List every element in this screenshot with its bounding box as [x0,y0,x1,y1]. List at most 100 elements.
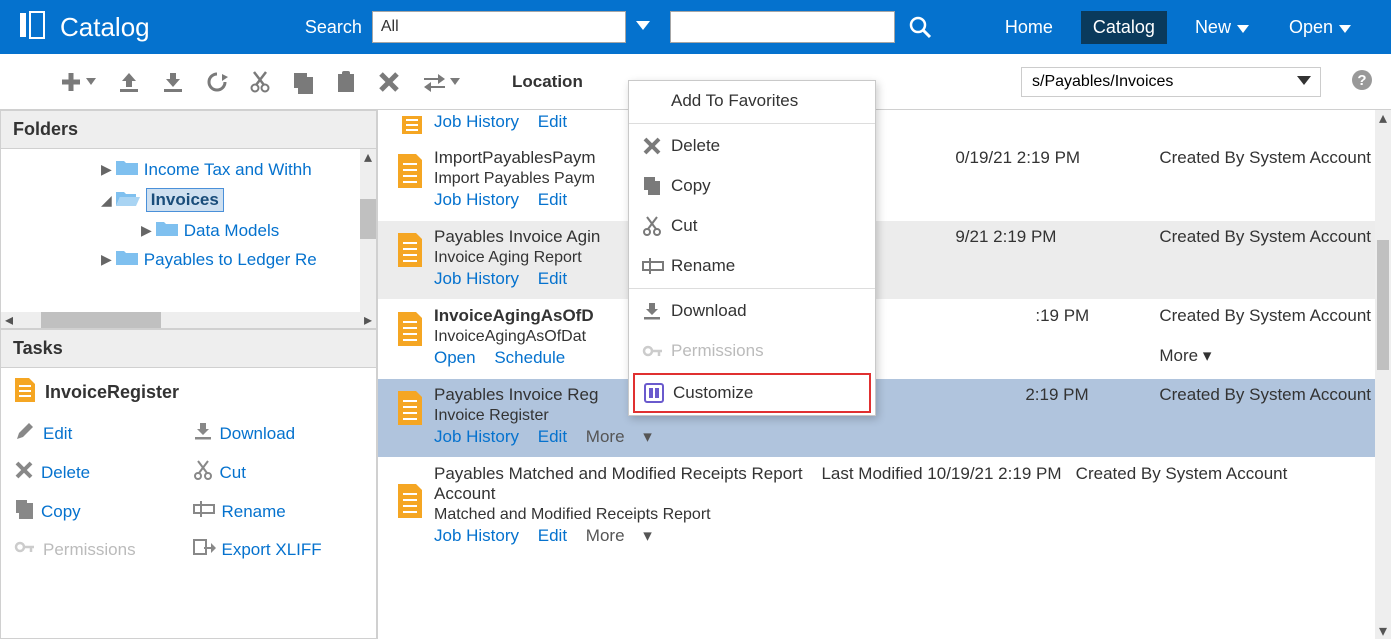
folder-open-icon [116,190,140,211]
link-edit[interactable]: Edit [538,526,567,545]
list-item[interactable]: InvoiceAgingAsOfD InvoiceAgingAsOfDat Op… [378,300,1391,379]
item-created-by-cont: Account [434,484,1371,504]
expand-icon[interactable]: ▶ [141,222,152,239]
ctx-customize[interactable]: Customize [633,373,871,413]
link-edit[interactable]: Edit [538,112,567,131]
task-cut[interactable]: Cut [194,460,363,485]
link-job-history[interactable]: Job History [434,190,519,209]
item-created-by: Created By System Account [1159,148,1371,210]
ctx-permissions: Permissions [629,331,875,371]
task-rename[interactable]: Rename [194,499,363,524]
copy-button[interactable] [292,71,314,93]
item-modified: :19 PM [1035,306,1145,368]
delete-icon [15,461,33,484]
tree-item-data-models[interactable]: ▶ Data Models [1,216,376,245]
help-icon[interactable]: ? [1351,69,1373,96]
search-scope-select[interactable] [372,11,626,43]
rename-icon [643,258,671,274]
item-modified: 2:19 PM [1025,385,1145,447]
ctx-download[interactable]: Download [629,291,875,331]
task-edit[interactable]: Edit [15,421,184,446]
task-permissions: Permissions [15,538,184,561]
ctx-add-favorites[interactable]: Add To Favorites [629,81,875,121]
folders-hscrollbar[interactable]: ◂ ▸ [1,312,376,328]
scroll-left-icon[interactable]: ◂ [1,312,17,328]
swap-button[interactable] [422,72,460,92]
link-job-history[interactable]: Job History [434,269,519,288]
list-item[interactable]: ImportPayablesPaym Import Payables Paym … [378,142,1391,221]
svg-text:?: ? [1357,72,1366,89]
search-button[interactable] [909,16,931,38]
link-job-history[interactable]: Job History [434,526,519,545]
upload-button[interactable] [118,71,140,93]
task-download[interactable]: Download [194,421,363,446]
item-modified: 9/21 2:19 PM [955,227,1145,289]
task-delete[interactable]: Delete [15,460,184,485]
scroll-thumb[interactable] [41,312,161,328]
content-vscrollbar[interactable]: ▴ ▾ [1375,110,1391,639]
tree-item-income-tax[interactable]: ▶ Income Tax and Withh [1,155,376,184]
tree-item-invoices[interactable]: ◢ Invoices [1,184,376,216]
item-created-by: Created By System Account [1159,227,1371,289]
ctx-delete[interactable]: Delete [629,126,875,166]
location-label: Location [512,72,583,92]
cut-button[interactable] [250,71,270,93]
scroll-up-icon[interactable]: ▴ [1375,110,1391,126]
search-scope-dropdown-icon[interactable] [636,18,650,36]
scroll-right-icon[interactable]: ▸ [360,312,376,328]
pencil-icon [15,421,35,446]
task-export-xliff[interactable]: Export XLIFF [194,538,363,561]
search-input[interactable] [670,11,895,43]
paste-button[interactable] [336,71,356,93]
delete-icon [643,137,671,155]
link-open[interactable]: Open [434,348,476,367]
search-label: Search [305,17,362,38]
document-icon [394,227,434,289]
link-more[interactable]: More ▾ [1159,346,1371,366]
nav-new[interactable]: New [1183,11,1261,44]
key-icon [643,343,671,359]
folders-vscrollbar[interactable]: ▴ [360,149,376,312]
refresh-button[interactable] [206,71,228,93]
task-copy[interactable]: Copy [15,499,184,524]
download-button[interactable] [162,71,184,93]
location-dropdown-icon[interactable] [1297,73,1311,91]
link-job-history[interactable]: Job History [434,112,519,131]
link-more[interactable]: More ▾ [586,526,652,545]
collapse-icon[interactable]: ◢ [101,192,112,209]
link-edit[interactable]: Edit [538,190,567,209]
link-edit[interactable]: Edit [538,269,567,288]
task-current-item: InvoiceRegister [15,378,362,407]
link-job-history[interactable]: Job History [434,427,519,446]
list-item[interactable]: Job History Edit [378,110,1391,142]
item-created-by: Created By System Account [1076,464,1288,483]
scroll-down-icon[interactable]: ▾ [1375,623,1391,639]
link-edit[interactable]: Edit [538,427,567,446]
ctx-cut[interactable]: Cut [629,206,875,246]
document-icon [394,148,434,210]
scroll-thumb[interactable] [1377,240,1389,370]
expand-icon[interactable]: ▶ [101,161,112,178]
catalog-logo-icon [20,11,46,44]
link-more[interactable]: More ▾ [586,427,652,446]
delete-button[interactable] [378,71,400,93]
location-input[interactable] [1021,67,1321,97]
nav-home[interactable]: Home [993,11,1065,44]
item-created-meta: Created By System Account More ▾ [1159,306,1371,368]
nav-open[interactable]: Open [1277,11,1363,44]
tree-item-payables-ledger[interactable]: ▶ Payables to Ledger Re [1,245,376,274]
nav-catalog[interactable]: Catalog [1081,11,1167,44]
scroll-up-icon[interactable]: ▴ [360,149,376,165]
link-schedule[interactable]: Schedule [494,348,565,367]
new-button[interactable] [60,71,96,93]
ctx-rename[interactable]: Rename [629,246,875,286]
document-icon [394,306,434,368]
ctx-copy[interactable]: Copy [629,166,875,206]
document-icon [394,464,434,546]
key-icon [15,539,35,560]
list-item-selected[interactable]: Payables Invoice Reg Invoice Register Jo… [378,379,1391,458]
list-item[interactable]: Payables Matched and Modified Receipts R… [378,458,1391,557]
list-item[interactable]: Payables Invoice Agin Invoice Aging Repo… [378,221,1391,300]
expand-icon[interactable]: ▶ [101,251,112,268]
scroll-thumb[interactable] [360,199,376,239]
